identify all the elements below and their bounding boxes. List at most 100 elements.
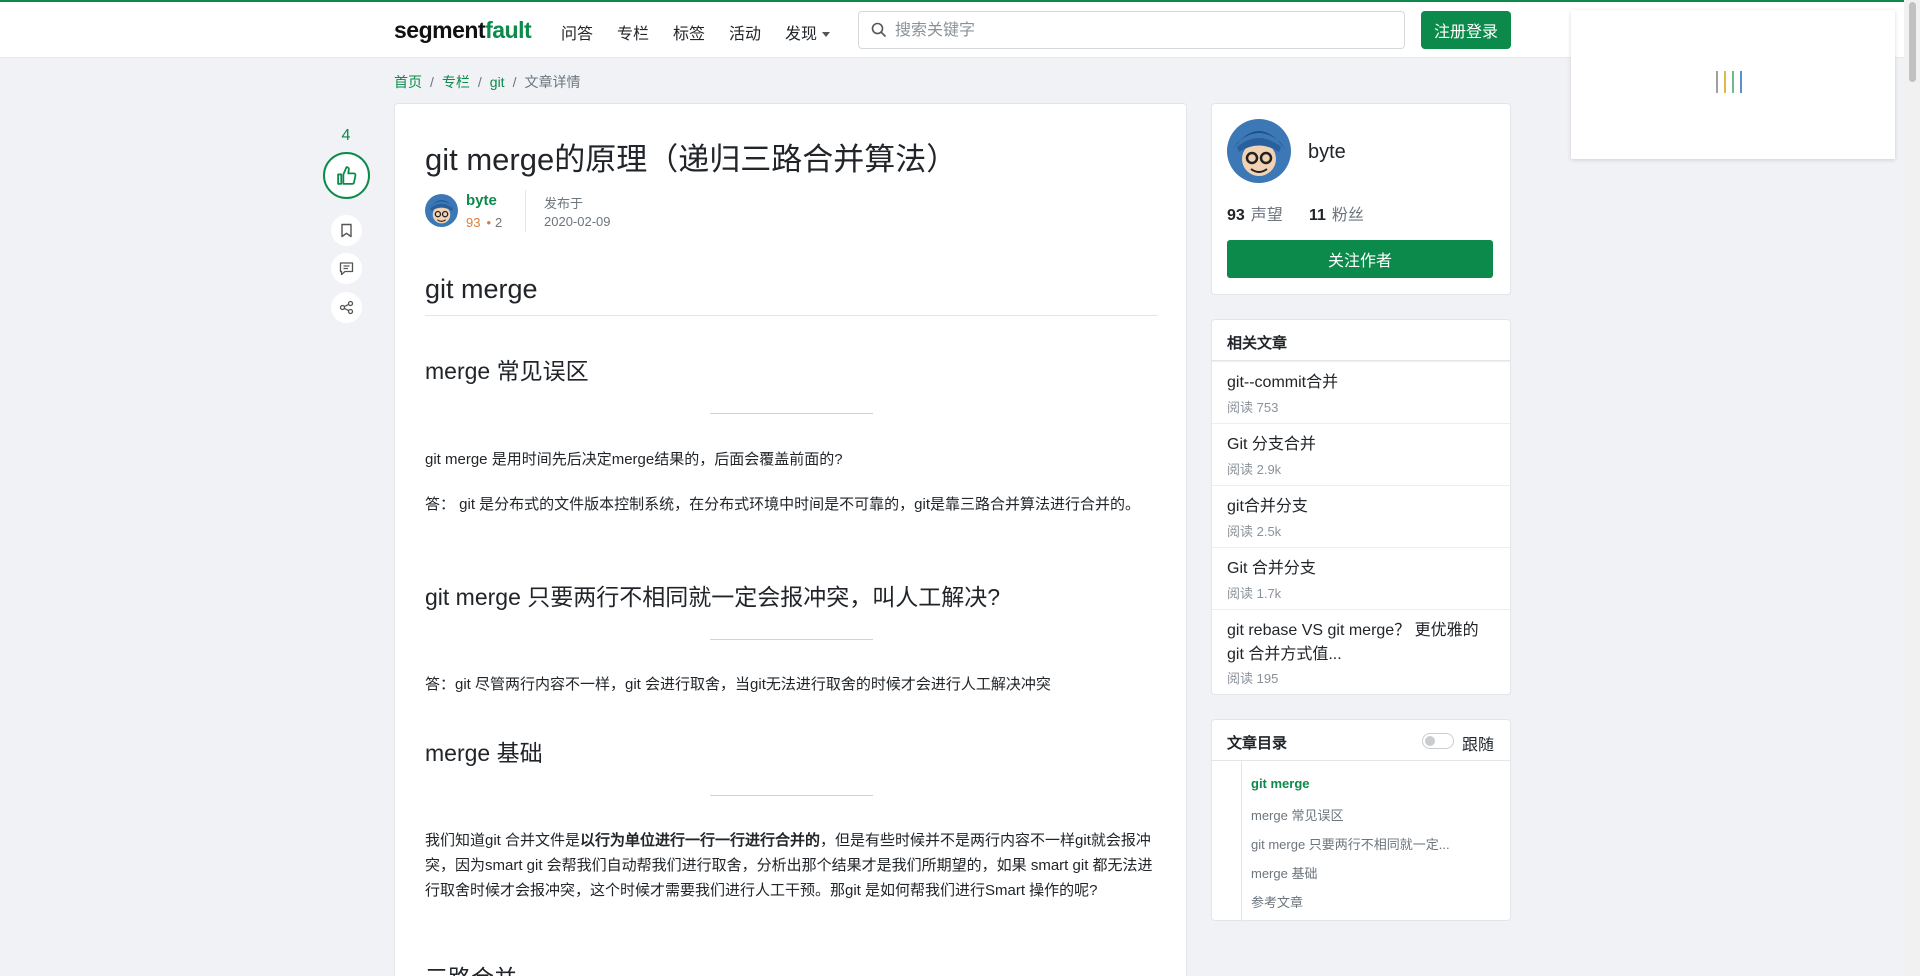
- breadcrumb: 首页 / 专栏 / git / 文章详情: [394, 72, 580, 92]
- author-avatar[interactable]: [425, 194, 458, 227]
- loading-bar: [1716, 71, 1718, 93]
- badge-dot-icon: •: [486, 215, 492, 230]
- breadcrumb-home[interactable]: 首页: [394, 74, 422, 90]
- published-label: 发布于: [544, 196, 584, 211]
- followers-value: 11: [1309, 207, 1326, 224]
- loading-bar: [1740, 71, 1742, 93]
- heading-conflict-question: git merge 只要两行不相同就一定会报冲突，叫人工解决?: [425, 584, 1001, 610]
- related-articles-card: 相关文章 git--commit合并 阅读 753 Git 分支合并 阅读 2.…: [1211, 319, 1511, 695]
- toc-item-active[interactable]: git merge: [1251, 776, 1310, 791]
- nav-questions[interactable]: 问答: [561, 20, 593, 44]
- like-button[interactable]: [323, 152, 370, 199]
- meta-divider: [525, 190, 526, 232]
- heading-git-merge: git merge: [425, 274, 538, 304]
- reputation-value: 93: [1227, 207, 1245, 224]
- related-item[interactable]: git rebase VS git merge？ 更优雅的 git 合并方式值.…: [1212, 609, 1510, 695]
- logo-prefix: segment: [394, 17, 486, 43]
- related-item-reads: 阅读 2.9k: [1227, 462, 1282, 477]
- thumbs-up-icon: [337, 166, 357, 185]
- heading-merge-basics: merge 基础: [425, 740, 543, 766]
- related-item-title: git合并分支: [1227, 498, 1308, 515]
- toc-heading: 文章目录: [1227, 735, 1288, 752]
- share-icon: [339, 300, 354, 315]
- related-item[interactable]: git--commit合并 阅读 753: [1212, 361, 1510, 423]
- logo-suffix: fault: [485, 17, 532, 43]
- breadcrumb-separator: /: [512, 74, 517, 90]
- vote-count: 4: [341, 127, 351, 144]
- toc-item[interactable]: git merge 只要两行不相同就一定...: [1251, 834, 1450, 853]
- share-button[interactable]: [331, 292, 362, 323]
- paragraph: 我们知道git 合并文件是以行为单位进行一行一行进行合并的，但是有些时候并不是两…: [425, 828, 1165, 903]
- loading-bar: [1724, 71, 1726, 93]
- breadcrumb-separator: /: [477, 74, 482, 90]
- toc-item[interactable]: 参考文章: [1251, 892, 1303, 911]
- chevron-down-icon: [822, 32, 831, 38]
- published-date: 2020-02-09: [544, 214, 611, 229]
- toc-card: 文章目录 跟随 git merge merge 常见误区 git merge 只…: [1211, 719, 1511, 922]
- related-item[interactable]: Git 分支合并 阅读 2.9k: [1212, 423, 1510, 485]
- section-divider: [710, 795, 873, 796]
- follow-toggle[interactable]: [1422, 733, 1454, 749]
- follow-author-button[interactable]: 关注作者: [1227, 240, 1493, 278]
- badge-count: 2: [495, 215, 503, 230]
- reputation-stat: 93 声望: [1227, 201, 1283, 225]
- heading-rule: [425, 315, 1158, 316]
- heading-merge-misconceptions: merge 常见误区: [425, 358, 589, 384]
- related-item-title: Git 分支合并: [1227, 436, 1316, 453]
- nav-columns[interactable]: 专栏: [617, 20, 649, 44]
- nav-discover-label: 发现: [785, 26, 818, 43]
- article-card: git merge的原理（递归三路合并算法） byte 93 • 2 发布于 202…: [394, 103, 1187, 976]
- related-heading: 相关文章: [1227, 335, 1288, 352]
- page-scrollbar[interactable]: [1904, 0, 1920, 976]
- author-card-name[interactable]: byte: [1308, 141, 1346, 164]
- search-input[interactable]: [895, 19, 1395, 43]
- avatar-image: [425, 194, 458, 227]
- toc-item[interactable]: merge 基础: [1251, 863, 1317, 882]
- paragraph: git merge 是用时间先后决定merge结果的，后面会覆盖前面的?: [425, 451, 843, 468]
- related-item-title: git rebase VS git merge？ 更优雅的 git 合并方式值.…: [1227, 622, 1479, 663]
- related-item-title: git--commit合并: [1227, 374, 1339, 391]
- login-button[interactable]: 注册登录: [1421, 11, 1511, 49]
- followers-stat: 11 粉丝: [1309, 201, 1364, 225]
- author-reputation: 93 • 2: [466, 215, 502, 230]
- search-icon: [871, 22, 887, 38]
- reputation-label: 声望: [1250, 207, 1283, 224]
- reputation-value: 93: [466, 215, 481, 230]
- logo[interactable]: segmentfault: [394, 17, 532, 44]
- comment-icon: [339, 262, 354, 276]
- heading-three-way-merge: 三路合并: [425, 959, 517, 976]
- toc-track: [1241, 762, 1242, 922]
- follow-toggle-label: 跟随: [1462, 737, 1495, 754]
- breadcrumb-git[interactable]: git: [490, 74, 505, 90]
- related-item[interactable]: git合并分支 阅读 2.5k: [1212, 485, 1510, 547]
- avatar-image: [1227, 119, 1291, 183]
- scrollbar-thumb[interactable]: [1909, 2, 1916, 82]
- related-item-reads: 阅读 2.5k: [1227, 524, 1282, 539]
- author-card: byte 93 声望 11 粉丝 关注作者: [1211, 103, 1511, 295]
- nav-discover-dropdown[interactable]: 发现: [785, 20, 831, 44]
- author-card-avatar[interactable]: [1227, 119, 1291, 183]
- followers-label: 粉丝: [1331, 207, 1364, 224]
- toc-item[interactable]: merge 常见误区: [1251, 805, 1343, 824]
- author-name[interactable]: byte: [466, 192, 497, 209]
- related-item[interactable]: Git 合并分支 阅读 1.7k: [1212, 547, 1510, 609]
- breadcrumb-current: 文章详情: [524, 74, 581, 90]
- related-item-title: Git 合并分支: [1227, 560, 1316, 577]
- section-divider: [710, 639, 873, 640]
- comment-button[interactable]: [331, 253, 362, 284]
- nav-events[interactable]: 活动: [729, 20, 761, 44]
- bookmark-icon: [341, 223, 352, 238]
- paragraph-bold-text: 以行为单位进行一行一行进行合并的: [580, 832, 821, 849]
- bookmark-button[interactable]: [331, 215, 362, 246]
- loading-panel: [1571, 10, 1895, 159]
- nav-tags[interactable]: 标签: [673, 20, 705, 44]
- loading-bar: [1732, 71, 1734, 93]
- paragraph: 答： git 是分布式的文件版本控制系统，在分布式环境中时间是不可靠的，git是…: [425, 496, 1141, 513]
- article-title: git merge的原理（递归三路合并算法）: [425, 142, 958, 177]
- breadcrumb-columns[interactable]: 专栏: [442, 74, 470, 90]
- paragraph-text: 我们知道git 合并文件是: [425, 832, 581, 849]
- search-box: [858, 11, 1405, 49]
- section-divider: [710, 413, 873, 414]
- paragraph: 答：git 尽管两行内容不一样，git 会进行取舍，当git无法进行取舍的时候才…: [425, 676, 1051, 693]
- breadcrumb-separator: /: [430, 74, 434, 90]
